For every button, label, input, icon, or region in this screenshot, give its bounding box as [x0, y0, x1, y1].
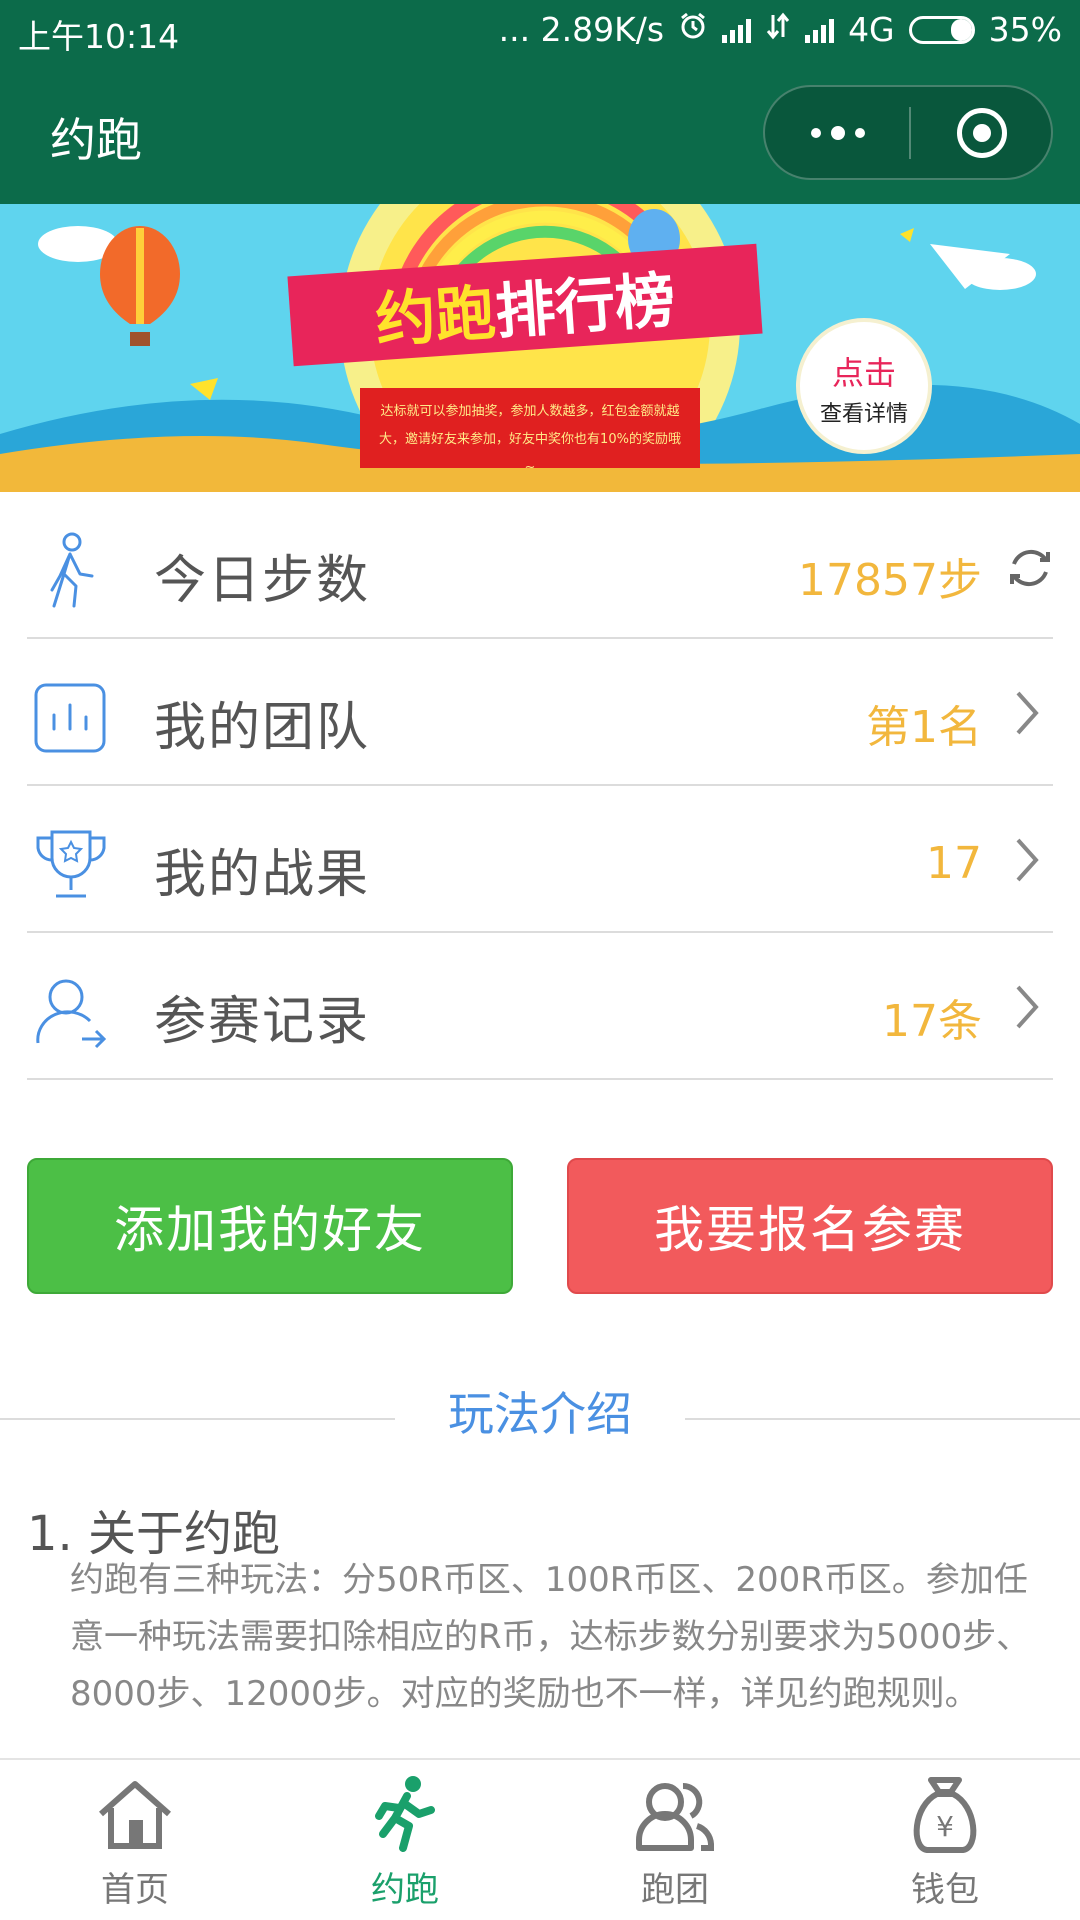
tab-wallet[interactable]: ¥ 钱包 — [810, 1760, 1080, 1920]
intro-section-body: 约跑有三种玩法：分50R币区、100R币区、200R币区。参加任意一种玩法需要扣… — [70, 1560, 1031, 1714]
row-label: 今日步数 — [154, 551, 371, 611]
chevron-right-icon — [1016, 985, 1039, 1029]
row-today-steps[interactable]: 今日步数 17857步 — [0, 492, 1080, 639]
row-label: 参赛记录 — [154, 992, 371, 1052]
more-dot-icon — [830, 125, 845, 140]
battery-percent: 35% — [988, 10, 1062, 49]
data-transfer-icon — [765, 10, 791, 49]
title-bar: 约跑 — [0, 64, 1080, 204]
more-button[interactable] — [765, 87, 910, 178]
chevron-right-icon — [1016, 691, 1039, 735]
team-rank-value: 第1名 — [866, 702, 982, 753]
tab-label: 跑团 — [641, 1870, 709, 1910]
home-icon — [99, 1781, 171, 1849]
join-race-button[interactable]: 我要报名参赛 — [567, 1158, 1053, 1294]
row-my-results[interactable]: 我的战果 17 — [0, 786, 1080, 933]
stats-list: 今日步数 17857步 我的团队 第1名 我的战果 17 参赛记录 17条 — [0, 492, 1080, 1080]
banner-headline-part1: 约跑 — [373, 277, 498, 356]
network-speed: ... 2.89K/s — [498, 10, 665, 49]
page-title: 约跑 — [50, 113, 142, 167]
tab-home[interactable]: 首页 — [0, 1760, 270, 1920]
more-dot-icon — [810, 127, 821, 138]
status-time: 上午10:14 — [18, 17, 180, 56]
add-friend-button[interactable]: 添加我的好友 — [27, 1158, 513, 1294]
row-race-records[interactable]: 参赛记录 17条 — [0, 933, 1080, 1080]
chevron-right-icon — [1016, 838, 1039, 882]
tab-label: 钱包 — [911, 1870, 979, 1910]
alarm-icon — [678, 10, 708, 49]
group-icon — [636, 1782, 714, 1851]
records-value: 17条 — [882, 996, 982, 1047]
bar-chart-icon — [34, 683, 106, 753]
row-label: 我的团队 — [154, 698, 371, 758]
tab-label: 约跑 — [371, 1870, 439, 1910]
signal-icon — [722, 17, 752, 43]
results-value: 17 — [926, 838, 982, 889]
intro-divider-right — [685, 1418, 1080, 1420]
tab-running-group[interactable]: 跑团 — [540, 1760, 810, 1920]
more-dot-icon — [854, 127, 865, 138]
intro-heading-block: 玩法介绍 — [0, 1378, 1080, 1441]
promo-banner[interactable]: 约跑 排行榜 达标就可以参加抽奖，参加人数越多，红包金额就越大，邀请好友来参加，… — [0, 204, 1080, 492]
row-my-team[interactable]: 我的团队 第1名 — [0, 639, 1080, 786]
network-type: 4G — [848, 10, 895, 49]
close-target-icon — [957, 107, 1007, 158]
walking-person-icon — [50, 532, 94, 608]
banner-subtext: 达标就可以参加抽奖，参加人数越多，红包金额就越大，邀请好友来参加，好友中奖你也有… — [360, 388, 700, 475]
trophy-icon — [36, 830, 106, 898]
running-icon — [375, 1776, 435, 1852]
tab-yuepao[interactable]: 约跑 — [270, 1760, 540, 1920]
status-right: ... 2.89K/s 4G 35% — [499, 10, 1062, 49]
steps-value: 17857步 — [798, 555, 982, 606]
refresh-icon[interactable] — [1004, 542, 1056, 594]
top-header: 上午10:14 ... 2.89K/s 4G 35% 约跑 — [0, 0, 1080, 204]
row-divider — [27, 1078, 1053, 1080]
status-bar: 上午10:14 ... 2.89K/s 4G 35% — [0, 0, 1080, 64]
user-arrow-icon — [36, 979, 107, 1049]
banner-cta-line2: 查看详情 — [819, 402, 908, 427]
tab-label: 首页 — [101, 1870, 169, 1910]
battery-icon — [908, 15, 975, 44]
banner-detail-button[interactable]: 点击 查看详情 — [796, 318, 932, 454]
signal-icon-2 — [805, 17, 835, 43]
banner-cta-line1: 点击 — [831, 354, 896, 392]
svg-text:¥: ¥ — [936, 1810, 954, 1843]
close-button[interactable] — [911, 87, 1053, 178]
miniprogram-capsule — [763, 85, 1053, 180]
intro-heading: 玩法介绍 — [448, 1387, 632, 1441]
banner-headline-part2: 排行榜 — [493, 265, 678, 348]
money-bag-icon: ¥ — [913, 1777, 977, 1853]
row-label: 我的战果 — [154, 845, 371, 905]
bottom-tab-bar: 首页 约跑 跑团 ¥ 钱包 — [0, 1758, 1080, 1920]
